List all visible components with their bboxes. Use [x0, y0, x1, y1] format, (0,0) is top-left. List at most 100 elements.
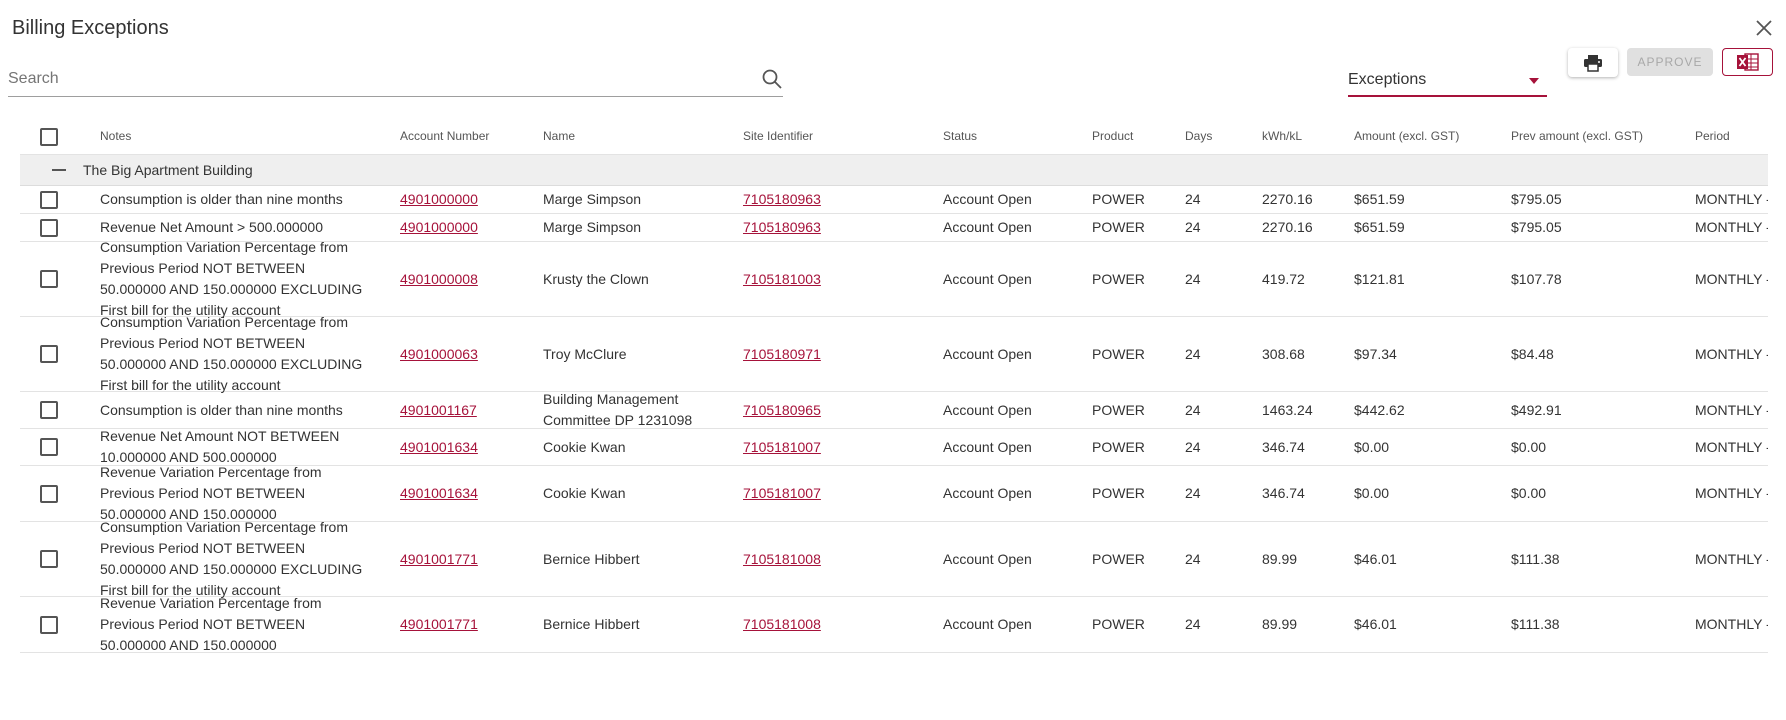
row-kwh: 89.99: [1262, 550, 1298, 567]
row-status: Account Open: [943, 270, 1032, 287]
row-account-number-link[interactable]: 4901000063: [400, 344, 478, 365]
row-site-identifier-link[interactable]: 7105180971: [743, 344, 821, 365]
search-input[interactable]: [8, 64, 728, 94]
export-excel-button[interactable]: [1722, 48, 1773, 76]
close-button[interactable]: [1753, 17, 1775, 39]
row-account-number-link[interactable]: 4901001771: [400, 549, 478, 570]
collapse-group-icon[interactable]: [52, 169, 66, 171]
row-account-number-link-cell: 4901001167: [400, 392, 530, 428]
row-site-identifier-link[interactable]: 7105181007: [743, 437, 821, 458]
column-header-product[interactable]: Product: [1092, 118, 1172, 154]
row-status: Account Open: [943, 438, 1032, 455]
row-prev-amount: $107.78: [1511, 270, 1562, 287]
row-name: Bernice Hibbert: [543, 550, 640, 567]
print-button[interactable]: [1568, 48, 1618, 77]
row-checkbox[interactable]: [40, 484, 58, 503]
caret-down-icon: [1529, 78, 1539, 84]
row-amount: $97.34: [1354, 345, 1397, 362]
row-name-cell: Building Management Committee DP 1231098: [543, 391, 733, 428]
column-header-prev-amount[interactable]: Prev amount (excl. GST): [1511, 118, 1671, 154]
row-amount-cell: $0.00: [1354, 466, 1504, 521]
row-account-number-link[interactable]: 4901000000: [400, 189, 478, 210]
table-header: Notes Account Number Name Site Identifie…: [20, 118, 1768, 154]
column-header-amount[interactable]: Amount (excl. GST): [1354, 118, 1504, 154]
approve-button[interactable]: APPROVE: [1627, 48, 1713, 76]
row-site-identifier-link[interactable]: 7105181008: [743, 614, 821, 635]
row-site-identifier-link-cell: 7105180971: [743, 317, 893, 391]
row-kwh: 419.72: [1262, 270, 1305, 287]
row-checkbox[interactable]: [40, 401, 58, 419]
row-name-cell: Bernice Hibbert: [543, 522, 733, 596]
row-checkbox[interactable]: [40, 345, 58, 363]
row-days-cell: 24: [1185, 429, 1245, 465]
row-account-number-link[interactable]: 4901001167: [400, 400, 477, 421]
row-site-identifier-link[interactable]: 7105181007: [743, 483, 821, 504]
row-status: Account Open: [943, 345, 1032, 362]
column-header-kwh[interactable]: kWh/kL: [1262, 118, 1342, 154]
row-checkbox[interactable]: [40, 615, 58, 634]
row-site-identifier-link[interactable]: 7105181008: [743, 549, 821, 570]
row-amount-cell: $651.59: [1354, 214, 1504, 241]
row-prev-amount-cell: $111.38: [1511, 597, 1671, 652]
row-checkbox[interactable]: [40, 438, 58, 456]
print-icon: [1584, 54, 1602, 72]
row-product-cell: POWER: [1092, 392, 1172, 428]
row-site-identifier-link[interactable]: 7105181003: [743, 269, 821, 290]
row-days: 24: [1185, 616, 1201, 632]
row-period: MONTHLY -: [1695, 616, 1768, 632]
row-account-number-link[interactable]: 4901001771: [400, 614, 478, 635]
row-product-cell: POWER: [1092, 597, 1172, 652]
row-prev-amount: $795.05: [1511, 191, 1562, 207]
search-icon[interactable]: [761, 68, 783, 90]
row-name: Marge Simpson: [543, 191, 642, 207]
table-row: Revenue Variation Percentage from Previo…: [20, 464, 1768, 522]
row-period-cell: MONTHLY -: [1695, 597, 1768, 652]
row-account-number-link-cell: 4901000000: [400, 214, 530, 241]
row-days: 24: [1185, 345, 1201, 362]
row-site-identifier-link[interactable]: 7105180965: [743, 400, 821, 421]
row-days-cell: 24: [1185, 392, 1245, 428]
row-account-number-link[interactable]: 4901000000: [400, 217, 478, 238]
column-header-site-identifier[interactable]: Site Identifier: [743, 118, 893, 154]
row-amount: $651.59: [1354, 191, 1405, 207]
row-kwh: 2270.16: [1262, 219, 1313, 235]
filter-selected-value: Exceptions: [1348, 71, 1427, 88]
row-period: MONTHLY -: [1695, 485, 1768, 501]
row-name: Krusty the Clown: [543, 270, 649, 287]
row-amount: $121.81: [1354, 270, 1405, 287]
exceptions-filter-select[interactable]: Exceptions: [1348, 66, 1547, 97]
column-header-status[interactable]: Status: [943, 118, 1083, 154]
row-site-identifier-link[interactable]: 7105180963: [743, 217, 821, 238]
row-account-number-link[interactable]: 4901001634: [400, 437, 478, 458]
row-kwh: 346.74: [1262, 485, 1305, 501]
column-header-name[interactable]: Name: [543, 118, 733, 154]
row-account-number-link[interactable]: 4901000008: [400, 269, 478, 290]
column-header-notes[interactable]: Notes: [100, 118, 370, 154]
row-checkbox[interactable]: [40, 218, 58, 237]
row-amount-cell: $97.34: [1354, 317, 1504, 391]
select-all-checkbox[interactable]: [40, 128, 58, 146]
row-checkbox[interactable]: [40, 270, 58, 288]
column-header-days[interactable]: Days: [1185, 118, 1245, 154]
row-status: Account Open: [943, 191, 1032, 207]
row-site-identifier-link-cell: 7105181008: [743, 522, 893, 596]
column-header-period[interactable]: Period: [1695, 118, 1768, 154]
row-notes-cell: Revenue Variation Percentage from Previo…: [100, 595, 370, 653]
row-period: MONTHLY -: [1695, 270, 1768, 287]
row-notes: Consumption Variation Percentage from Pr…: [100, 314, 363, 393]
row-status-cell: Account Open: [943, 429, 1083, 465]
row-status-cell: Account Open: [943, 214, 1083, 241]
row-product: POWER: [1092, 616, 1145, 632]
row-days-cell: 24: [1185, 597, 1245, 652]
row-product: POWER: [1092, 485, 1145, 501]
row-site-identifier-link[interactable]: 7105180963: [743, 189, 821, 210]
column-header-account-number[interactable]: Account Number: [400, 118, 530, 154]
row-product-cell: POWER: [1092, 522, 1172, 596]
row-kwh: 308.68: [1262, 345, 1305, 362]
row-name: Cookie Kwan: [543, 438, 626, 455]
row-checkbox[interactable]: [40, 550, 58, 568]
row-checkbox[interactable]: [40, 190, 58, 209]
row-account-number-link[interactable]: 4901001634: [400, 483, 478, 504]
row-notes: Consumption Variation Percentage from Pr…: [100, 239, 363, 318]
row-period-cell: MONTHLY -: [1695, 242, 1768, 316]
